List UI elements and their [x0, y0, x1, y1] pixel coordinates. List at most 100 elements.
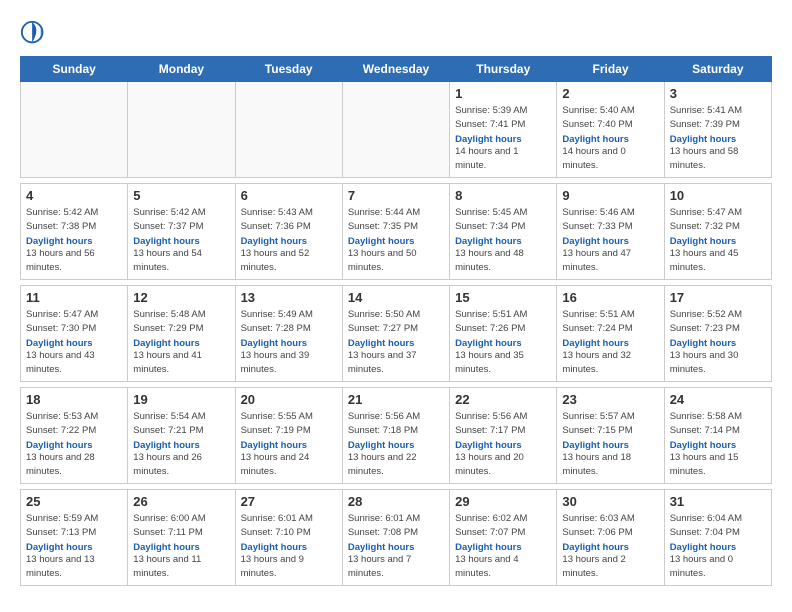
daylight-text: 13 hours and 35 minutes. — [455, 349, 551, 378]
daylight-label: Daylight hours — [670, 440, 766, 451]
daylight-text: 13 hours and 32 minutes. — [562, 349, 658, 378]
sunset-text: Sunset: 7:10 PM — [241, 526, 337, 540]
sunrise-text: Sunrise: 6:01 AM — [348, 512, 444, 526]
daylight-text: 13 hours and 28 minutes. — [26, 451, 122, 480]
day-cell-25: 25 Sunrise: 5:59 AM Sunset: 7:13 PM Dayl… — [21, 490, 128, 586]
sunset-text: Sunset: 7:11 PM — [133, 526, 229, 540]
sunset-text: Sunset: 7:19 PM — [241, 424, 337, 438]
day-cell-30: 30 Sunrise: 6:03 AM Sunset: 7:06 PM Dayl… — [557, 490, 664, 586]
day-number: 17 — [670, 290, 766, 305]
daylight-text: 13 hours and 0 minutes. — [670, 553, 766, 582]
sunrise-text: Sunrise: 5:54 AM — [133, 410, 229, 424]
sunrise-text: Sunrise: 5:47 AM — [670, 206, 766, 220]
daylight-label: Daylight hours — [241, 236, 337, 247]
sunrise-text: Sunrise: 5:43 AM — [241, 206, 337, 220]
daylight-label: Daylight hours — [241, 542, 337, 553]
sunset-text: Sunset: 7:32 PM — [670, 220, 766, 234]
sunset-text: Sunset: 7:39 PM — [670, 118, 766, 132]
sunrise-text: Sunrise: 6:00 AM — [133, 512, 229, 526]
day-number: 11 — [26, 290, 122, 305]
day-header-wednesday: Wednesday — [342, 57, 449, 82]
sunset-text: Sunset: 7:40 PM — [562, 118, 658, 132]
day-cell-11: 11 Sunrise: 5:47 AM Sunset: 7:30 PM Dayl… — [21, 286, 128, 382]
daylight-label: Daylight hours — [133, 338, 229, 349]
daylight-text: 13 hours and 26 minutes. — [133, 451, 229, 480]
empty-cell — [128, 82, 235, 178]
sunset-text: Sunset: 7:41 PM — [455, 118, 551, 132]
daylight-label: Daylight hours — [562, 134, 658, 145]
sunset-text: Sunset: 7:35 PM — [348, 220, 444, 234]
day-number: 21 — [348, 392, 444, 407]
empty-cell — [21, 82, 128, 178]
daylight-text: 13 hours and 22 minutes. — [348, 451, 444, 480]
day-number: 2 — [562, 86, 658, 101]
day-number: 24 — [670, 392, 766, 407]
daylight-label: Daylight hours — [26, 236, 122, 247]
day-header-friday: Friday — [557, 57, 664, 82]
logo — [20, 20, 52, 48]
sunrise-text: Sunrise: 5:49 AM — [241, 308, 337, 322]
sunrise-text: Sunrise: 5:52 AM — [670, 308, 766, 322]
sunrise-text: Sunrise: 5:58 AM — [670, 410, 766, 424]
sunrise-text: Sunrise: 6:01 AM — [241, 512, 337, 526]
calendar-table: SundayMondayTuesdayWednesdayThursdayFrid… — [20, 56, 772, 586]
sunrise-text: Sunrise: 5:53 AM — [26, 410, 122, 424]
day-number: 28 — [348, 494, 444, 509]
day-cell-8: 8 Sunrise: 5:45 AM Sunset: 7:34 PM Dayli… — [450, 184, 557, 280]
day-number: 1 — [455, 86, 551, 101]
sunrise-text: Sunrise: 5:42 AM — [26, 206, 122, 220]
daylight-text: 13 hours and 15 minutes. — [670, 451, 766, 480]
sunset-text: Sunset: 7:29 PM — [133, 322, 229, 336]
daylight-label: Daylight hours — [562, 542, 658, 553]
sunset-text: Sunset: 7:27 PM — [348, 322, 444, 336]
day-number: 13 — [241, 290, 337, 305]
daylight-text: 13 hours and 7 minutes. — [348, 553, 444, 582]
logo-icon — [20, 20, 48, 48]
day-number: 6 — [241, 188, 337, 203]
day-number: 4 — [26, 188, 122, 203]
sunrise-text: Sunrise: 5:47 AM — [26, 308, 122, 322]
daylight-label: Daylight hours — [26, 542, 122, 553]
sunrise-text: Sunrise: 5:50 AM — [348, 308, 444, 322]
day-number: 26 — [133, 494, 229, 509]
sunrise-text: Sunrise: 5:44 AM — [348, 206, 444, 220]
sunset-text: Sunset: 7:22 PM — [26, 424, 122, 438]
day-cell-1: 1 Sunrise: 5:39 AM Sunset: 7:41 PM Dayli… — [450, 82, 557, 178]
daylight-text: 13 hours and 47 minutes. — [562, 247, 658, 276]
daylight-text: 13 hours and 18 minutes. — [562, 451, 658, 480]
day-cell-18: 18 Sunrise: 5:53 AM Sunset: 7:22 PM Dayl… — [21, 388, 128, 484]
daylight-text: 13 hours and 30 minutes. — [670, 349, 766, 378]
daylight-label: Daylight hours — [133, 542, 229, 553]
day-header-thursday: Thursday — [450, 57, 557, 82]
sunrise-text: Sunrise: 5:46 AM — [562, 206, 658, 220]
sunrise-text: Sunrise: 5:57 AM — [562, 410, 658, 424]
daylight-text: 13 hours and 43 minutes. — [26, 349, 122, 378]
sunrise-text: Sunrise: 5:41 AM — [670, 104, 766, 118]
empty-cell — [342, 82, 449, 178]
day-cell-15: 15 Sunrise: 5:51 AM Sunset: 7:26 PM Dayl… — [450, 286, 557, 382]
day-cell-3: 3 Sunrise: 5:41 AM Sunset: 7:39 PM Dayli… — [664, 82, 771, 178]
daylight-text: 13 hours and 9 minutes. — [241, 553, 337, 582]
sunset-text: Sunset: 7:24 PM — [562, 322, 658, 336]
daylight-label: Daylight hours — [562, 440, 658, 451]
day-cell-12: 12 Sunrise: 5:48 AM Sunset: 7:29 PM Dayl… — [128, 286, 235, 382]
day-cell-14: 14 Sunrise: 5:50 AM Sunset: 7:27 PM Dayl… — [342, 286, 449, 382]
daylight-label: Daylight hours — [455, 134, 551, 145]
day-number: 5 — [133, 188, 229, 203]
daylight-label: Daylight hours — [455, 542, 551, 553]
sunrise-text: Sunrise: 5:55 AM — [241, 410, 337, 424]
day-cell-2: 2 Sunrise: 5:40 AM Sunset: 7:40 PM Dayli… — [557, 82, 664, 178]
daylight-text: 13 hours and 52 minutes. — [241, 247, 337, 276]
day-number: 20 — [241, 392, 337, 407]
daylight-label: Daylight hours — [348, 542, 444, 553]
sunrise-text: Sunrise: 5:40 AM — [562, 104, 658, 118]
daylight-label: Daylight hours — [670, 338, 766, 349]
daylight-label: Daylight hours — [562, 338, 658, 349]
day-number: 30 — [562, 494, 658, 509]
day-number: 29 — [455, 494, 551, 509]
sunrise-text: Sunrise: 5:51 AM — [562, 308, 658, 322]
day-number: 9 — [562, 188, 658, 203]
daylight-label: Daylight hours — [562, 236, 658, 247]
day-cell-26: 26 Sunrise: 6:00 AM Sunset: 7:11 PM Dayl… — [128, 490, 235, 586]
daylight-label: Daylight hours — [26, 338, 122, 349]
